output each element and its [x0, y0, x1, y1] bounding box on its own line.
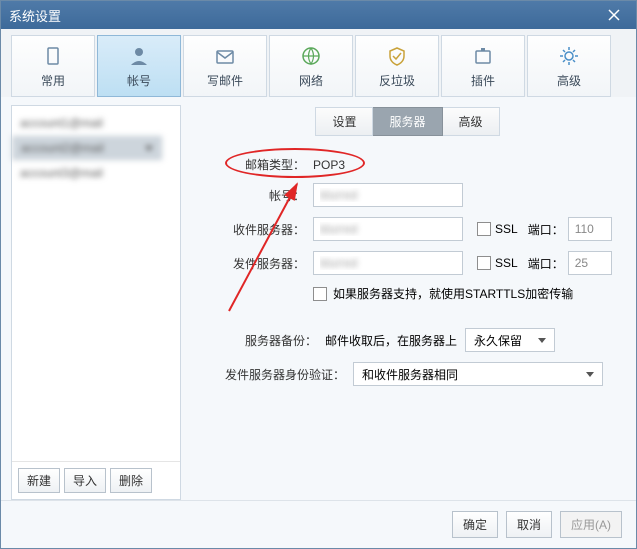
backup-text: 邮件收取后，在服务器上	[325, 332, 457, 349]
auth-select[interactable]: 和收件服务器相同	[353, 362, 603, 386]
starttls-label: 如果服务器支持，就使用STARTTLS加密传输	[333, 285, 573, 302]
account-item[interactable]: account3@mail	[12, 160, 180, 186]
general-icon	[41, 44, 65, 68]
account-item[interactable]: account2@mail	[12, 136, 162, 160]
account-item[interactable]: account1@mail	[12, 110, 180, 136]
ssl-label: SSL	[495, 222, 518, 236]
backup-select[interactable]: 永久保留	[465, 328, 555, 352]
backup-label: 服务器备份：	[197, 332, 317, 349]
compose-icon	[213, 44, 237, 68]
ssl-label: SSL	[495, 256, 518, 270]
outgoing-input[interactable]	[313, 251, 463, 275]
tab-account[interactable]: 帐号	[97, 35, 181, 97]
close-button[interactable]	[600, 4, 628, 26]
tab-label: 反垃圾	[379, 72, 415, 89]
tab-network[interactable]: 网络	[269, 35, 353, 97]
globe-icon	[299, 44, 323, 68]
delete-account-button[interactable]: 删除	[110, 468, 152, 493]
port-label: 端口：	[528, 221, 564, 238]
cancel-button[interactable]: 取消	[506, 511, 552, 538]
top-tabbar: 常用 帐号 写邮件 网络 反垃圾 插件 高级	[1, 29, 636, 97]
auth-row: 发件服务器身份验证： 和收件服务器相同	[197, 362, 618, 386]
tab-general[interactable]: 常用	[11, 35, 95, 97]
incoming-input[interactable]	[313, 217, 463, 241]
auth-label: 发件服务器身份验证：	[197, 366, 345, 383]
sub-tabbar: 设置 服务器 高级	[189, 105, 626, 136]
incoming-ssl-checkbox[interactable]	[477, 222, 491, 236]
body: account1@mail account2@mail account3@mai…	[1, 97, 636, 500]
window-title: 系统设置	[9, 6, 61, 25]
main-panel: 设置 服务器 高级 邮箱类型： POP3 帐号： 收件服务器：	[189, 105, 626, 500]
close-icon	[608, 9, 620, 21]
subtab-advanced[interactable]: 高级	[443, 107, 500, 136]
account-sidebar: account1@mail account2@mail account3@mai…	[11, 105, 181, 500]
tab-label: 帐号	[127, 72, 151, 89]
starttls-checkbox[interactable]	[313, 287, 327, 301]
account-list: account1@mail account2@mail account3@mai…	[12, 106, 180, 461]
annotation-ellipse	[225, 148, 365, 178]
tab-label: 插件	[471, 72, 495, 89]
tab-label: 写邮件	[207, 72, 243, 89]
tab-label: 高级	[557, 72, 581, 89]
footer: 确定 取消 应用(A)	[1, 500, 636, 548]
outgoing-port-input[interactable]	[568, 251, 612, 275]
apply-button[interactable]: 应用(A)	[560, 511, 622, 538]
gear-icon	[557, 44, 581, 68]
tab-label: 网络	[299, 72, 323, 89]
annotation-arrow	[219, 176, 309, 316]
new-account-button[interactable]: 新建	[18, 468, 60, 493]
form-area: 邮箱类型： POP3 帐号： 收件服务器： SSL 端口：	[189, 136, 626, 500]
plugin-icon	[471, 44, 495, 68]
subtab-settings[interactable]: 设置	[315, 107, 373, 136]
incoming-port-input[interactable]	[568, 217, 612, 241]
outgoing-ssl-checkbox[interactable]	[477, 256, 491, 270]
port-label: 端口：	[528, 255, 564, 272]
tab-compose[interactable]: 写邮件	[183, 35, 267, 97]
settings-window: 系统设置 常用 帐号 写邮件 网络 反垃圾 插件	[0, 0, 637, 549]
account-icon	[127, 44, 151, 68]
sidebar-buttons: 新建 导入 删除	[12, 461, 180, 499]
shield-icon	[385, 44, 409, 68]
import-account-button[interactable]: 导入	[64, 468, 106, 493]
tab-plugins[interactable]: 插件	[441, 35, 525, 97]
account-input[interactable]	[313, 183, 463, 207]
backup-row: 服务器备份： 邮件收取后，在服务器上 永久保留	[197, 328, 618, 352]
ok-button[interactable]: 确定	[452, 511, 498, 538]
subtab-server[interactable]: 服务器	[373, 107, 442, 136]
tab-advanced[interactable]: 高级	[527, 35, 611, 97]
tab-antispam[interactable]: 反垃圾	[355, 35, 439, 97]
titlebar: 系统设置	[1, 1, 636, 29]
tab-label: 常用	[41, 72, 65, 89]
